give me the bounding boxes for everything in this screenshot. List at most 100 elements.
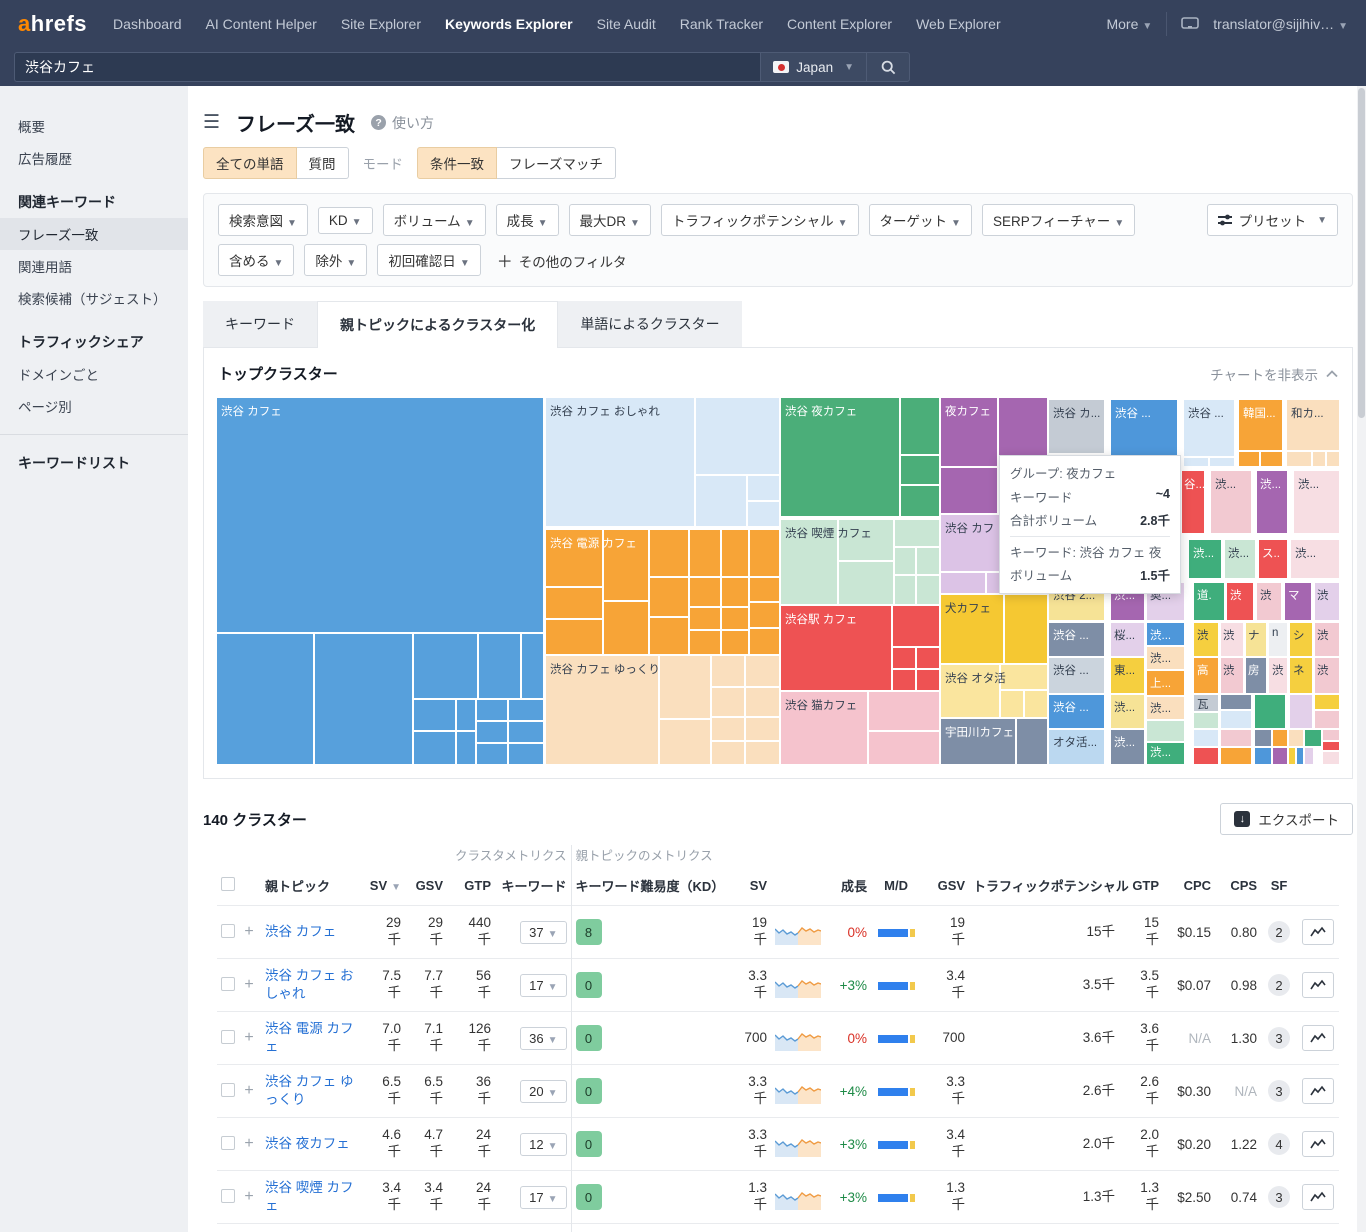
match-toggle-1[interactable]: 条件一致 — [417, 147, 497, 179]
treemap-block[interactable] — [1221, 711, 1251, 728]
treemap-block[interactable] — [712, 742, 744, 764]
nav-item-3[interactable]: Site Explorer — [341, 16, 421, 32]
treemap-block[interactable] — [1111, 695, 1144, 728]
treemap-block[interactable] — [893, 670, 915, 690]
treemap-block[interactable] — [1049, 730, 1104, 764]
treemap-block[interactable] — [895, 520, 939, 546]
treemap-block[interactable] — [1111, 623, 1144, 656]
sidebar-item-3-2[interactable]: ページ別 — [0, 390, 188, 422]
parent-topic-link[interactable]: 渋谷 カフェ — [265, 923, 336, 941]
treemap-block[interactable] — [781, 520, 837, 604]
col-header-5[interactable]: GSV — [405, 870, 447, 906]
treemap-block[interactable] — [1239, 452, 1259, 466]
treemap-block[interactable] — [1111, 400, 1177, 460]
open-trend-chart-button[interactable] — [1302, 1025, 1334, 1051]
treemap-block[interactable] — [1111, 658, 1144, 693]
parent-topic-link[interactable]: 渋谷 カフェ おしゃれ — [265, 967, 357, 1002]
treemap-block[interactable] — [1291, 540, 1339, 578]
tab-3[interactable]: 単語によるクラスター — [558, 301, 741, 347]
open-trend-chart-button[interactable] — [1302, 1184, 1334, 1210]
sidebar-item-2-2[interactable]: 関連用語 — [0, 250, 188, 282]
treemap-block[interactable] — [650, 530, 688, 576]
sidebar-item-1-2[interactable]: 広告履歴 — [0, 142, 188, 174]
treemap-block[interactable] — [1323, 752, 1339, 764]
keywords-dropdown[interactable]: 20▼ — [520, 1080, 566, 1103]
treemap-block[interactable] — [1285, 583, 1311, 620]
treemap-block[interactable] — [1255, 730, 1271, 746]
col-header-12[interactable]: M/D — [871, 870, 921, 906]
treemap-block[interactable] — [1257, 471, 1287, 533]
expand-row-icon[interactable]: + — [244, 1135, 253, 1152]
nav-more[interactable]: More▼ — [1106, 16, 1152, 32]
keywords-dropdown[interactable]: 36▼ — [520, 1027, 566, 1050]
treemap-block[interactable] — [1315, 711, 1339, 728]
expand-row-icon[interactable]: + — [244, 1082, 253, 1099]
col-header-18[interactable]: SF — [1261, 870, 1297, 906]
treemap-block[interactable] — [1315, 658, 1339, 693]
nav-item-7[interactable]: Content Explorer — [787, 16, 892, 32]
treemap-block[interactable] — [1287, 452, 1311, 466]
treemap-block[interactable] — [1194, 695, 1218, 711]
treemap-block[interactable] — [414, 634, 477, 698]
treemap-block[interactable] — [1327, 452, 1339, 466]
col-header-4[interactable]: SV▼ — [361, 870, 405, 906]
treemap-block[interactable] — [1049, 658, 1104, 693]
treemap-block[interactable] — [414, 732, 455, 764]
treemap-chart[interactable]: グループ: 夜カフェ キーワード~4合計ボリューム2.8千 キーワード: 渋谷 … — [217, 398, 1339, 764]
treemap-block[interactable] — [750, 530, 779, 576]
treemap-block[interactable] — [690, 530, 720, 576]
col-header-11[interactable]: 成長 — [821, 870, 871, 906]
keywords-dropdown[interactable]: 37▼ — [520, 921, 566, 944]
treemap-block[interactable] — [1257, 583, 1281, 620]
treemap-block[interactable] — [1049, 623, 1104, 656]
treemap-block[interactable] — [748, 476, 779, 500]
sidebar-item-2-3[interactable]: 検索候補（サジェスト） — [0, 282, 188, 314]
col-header-17[interactable]: CPS — [1215, 870, 1261, 906]
col-header-7[interactable]: キーワード — [495, 870, 571, 906]
treemap-block[interactable] — [722, 578, 748, 606]
treemap-block[interactable] — [1189, 540, 1221, 578]
col-header-6[interactable]: GTP — [447, 870, 495, 906]
treemap-block[interactable] — [1315, 583, 1339, 620]
treemap-block[interactable] — [1194, 713, 1218, 728]
treemap-block[interactable] — [477, 722, 507, 742]
filter-6[interactable]: トラフィックポテンシャル▼ — [661, 204, 859, 236]
treemap-block[interactable] — [917, 670, 939, 690]
treemap-block[interactable] — [895, 548, 915, 574]
menu-icon[interactable]: ☰ — [203, 111, 220, 134]
filter-2[interactable]: KD▼ — [318, 207, 373, 234]
treemap-block[interactable] — [1147, 697, 1184, 719]
treemap-block[interactable] — [1227, 583, 1253, 620]
treemap-block[interactable] — [1305, 730, 1321, 746]
tab-1[interactable]: キーワード — [203, 301, 317, 347]
treemap-block[interactable] — [781, 692, 867, 764]
parent-topic-link[interactable]: 渋谷 夜カフェ — [265, 1135, 350, 1153]
treemap-block[interactable] — [1049, 695, 1104, 728]
select-all-checkbox[interactable] — [221, 877, 235, 891]
keywords-dropdown[interactable]: 17▼ — [520, 1186, 566, 1209]
row-checkbox[interactable] — [221, 1083, 235, 1097]
preset-button[interactable]: プリセット▼ — [1207, 204, 1338, 236]
help-link[interactable]: ? 使い方 — [371, 113, 434, 133]
word-toggle-1[interactable]: 全ての単語 — [203, 147, 297, 179]
treemap-block[interactable] — [917, 548, 939, 574]
treemap-block[interactable] — [941, 398, 997, 466]
treemap-block[interactable] — [1246, 623, 1266, 656]
treemap-block[interactable] — [509, 700, 543, 720]
treemap-block[interactable] — [839, 562, 893, 604]
treemap-block[interactable] — [781, 398, 899, 516]
treemap-block[interactable] — [839, 520, 893, 560]
treemap-block[interactable] — [1305, 748, 1313, 764]
treemap-block[interactable] — [1290, 658, 1312, 693]
treemap-block[interactable] — [901, 486, 939, 516]
treemap-block[interactable] — [1290, 695, 1312, 728]
filter-5[interactable]: 最大DR▼ — [569, 204, 651, 236]
treemap-block[interactable] — [690, 578, 720, 606]
treemap-block[interactable] — [457, 700, 475, 730]
treemap-block[interactable] — [479, 634, 520, 698]
treemap-block[interactable] — [315, 634, 412, 764]
treemap-block[interactable] — [1255, 695, 1285, 728]
treemap-block[interactable] — [1211, 471, 1251, 533]
treemap-block[interactable] — [414, 700, 455, 730]
treemap-block[interactable] — [1017, 719, 1047, 764]
